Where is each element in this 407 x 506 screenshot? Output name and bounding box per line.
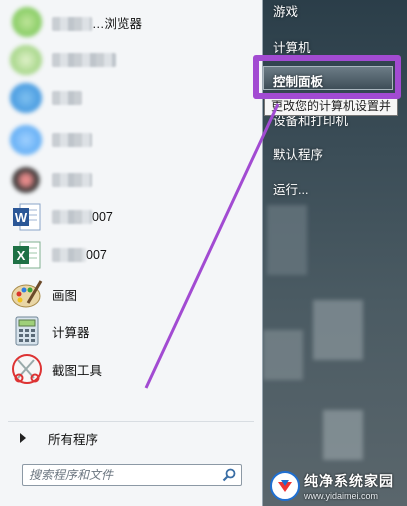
watermark: 纯净系统家园 www.yidaimei.com <box>270 466 407 506</box>
watermark-title: 纯净系统家园 <box>304 473 394 489</box>
annotation-arrow-line <box>144 103 280 389</box>
start-menu: …浏览器 W 007 X 007 画图 计算器 截图工具 所有程序 搜索程序和文… <box>0 0 407 506</box>
watermark-url: www.yidaimei.com <box>304 491 379 501</box>
watermark-logo-icon <box>270 471 300 501</box>
